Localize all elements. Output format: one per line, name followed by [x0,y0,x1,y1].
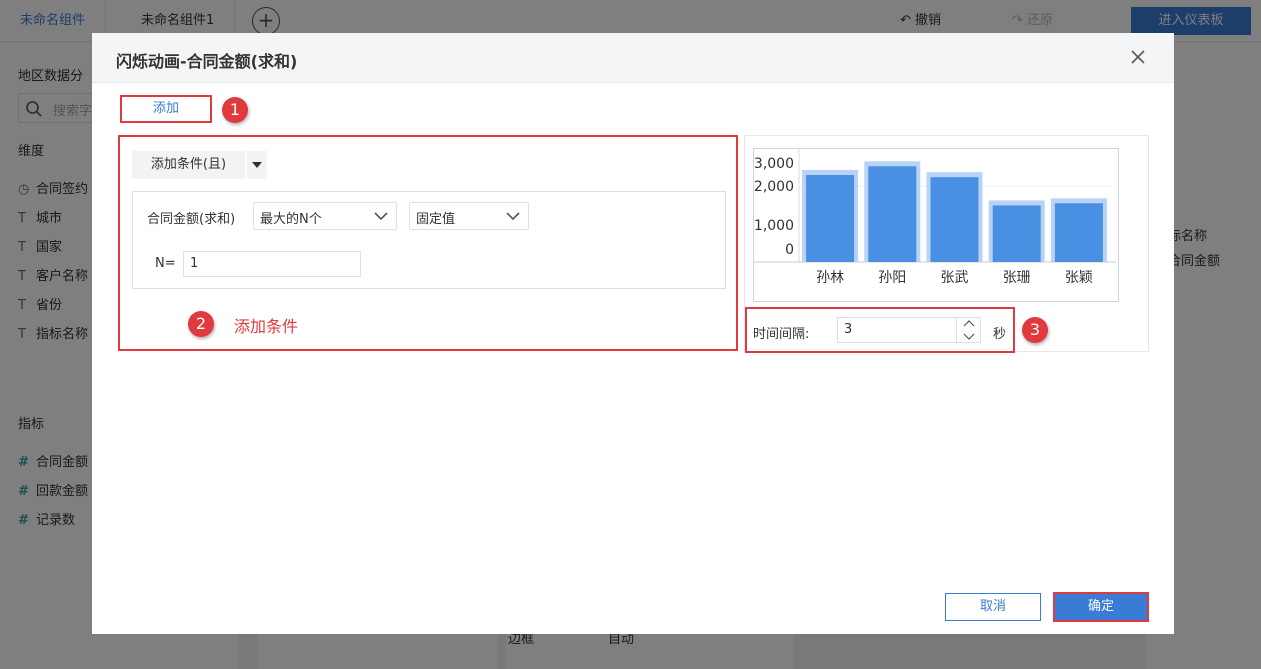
y-tick-label: 2,000 [754,179,794,195]
dialog-header: 闪烁动画-合同金额(求和) [92,33,1174,83]
caret-down-icon[interactable] [247,151,267,179]
marker-1: 1 [222,97,248,123]
condition-field-label: 合同金额(求和) [147,212,236,227]
y-tick-label: 3,000 [754,156,794,172]
add-condition-annotation: 添加条件 [234,317,299,336]
condition-section: 添加条件(且) 合同金额(求和) 最大的N个 固定值 N= 1 2 添加条件 [118,135,738,351]
chevron-down-icon [374,212,388,221]
stepper-arrows-icon[interactable] [957,318,981,342]
x-tick-label: 孙阳 [878,270,906,286]
bar [868,166,917,262]
close-icon[interactable] [1128,47,1148,67]
interval-section: 时间间隔: 3 秒 [745,307,1015,353]
interval-input[interactable]: 3 [837,317,981,343]
x-tick-label: 孙林 [816,270,844,286]
chevron-down-icon [506,212,520,221]
marker-2: 2 [188,311,214,337]
interval-unit: 秒 [993,327,1007,342]
x-tick-label: 张武 [941,270,969,286]
interval-label: 时间间隔: [753,327,810,342]
dialog-title: 闪烁动画-合同金额(求和) [116,52,298,71]
condition-row: 合同金额(求和) 最大的N个 固定值 N= 1 [132,191,726,289]
bar [992,205,1041,262]
cancel-button[interactable]: 取消 [945,593,1041,621]
x-tick-label: 张珊 [1003,270,1031,286]
preview-chart: 3,000 2,000 1,000 0 孙林 孙阳 张武 张珊 张颖 [753,148,1119,302]
add-condition-button[interactable]: 添加条件(且) [132,151,245,179]
interval-stepper[interactable] [956,318,980,342]
y-tick-label: 1,000 [754,218,794,234]
flash-animation-dialog: 闪烁动画-合同金额(求和) 添加 1 添加条件(且) 合同金额(求和) 最大的N… [92,33,1174,634]
y-tick-label: 0 [785,242,794,258]
bar [1054,203,1103,262]
x-tick-label: 张颖 [1065,270,1093,286]
marker-3: 3 [1022,317,1048,343]
add-condition-split-button: 添加条件(且) [132,151,267,179]
operator-select[interactable]: 最大的N个 [253,202,397,230]
bar [806,175,855,262]
value-type-select[interactable]: 固定值 [409,202,529,230]
add-button[interactable]: 添加 [120,95,212,123]
n-label: N= [155,256,176,271]
bar-chart: 3,000 2,000 1,000 0 孙林 孙阳 张武 张珊 张颖 [754,149,1116,286]
bar [930,177,979,262]
n-value-input[interactable]: 1 [183,251,361,277]
ok-button[interactable]: 确定 [1053,592,1149,622]
